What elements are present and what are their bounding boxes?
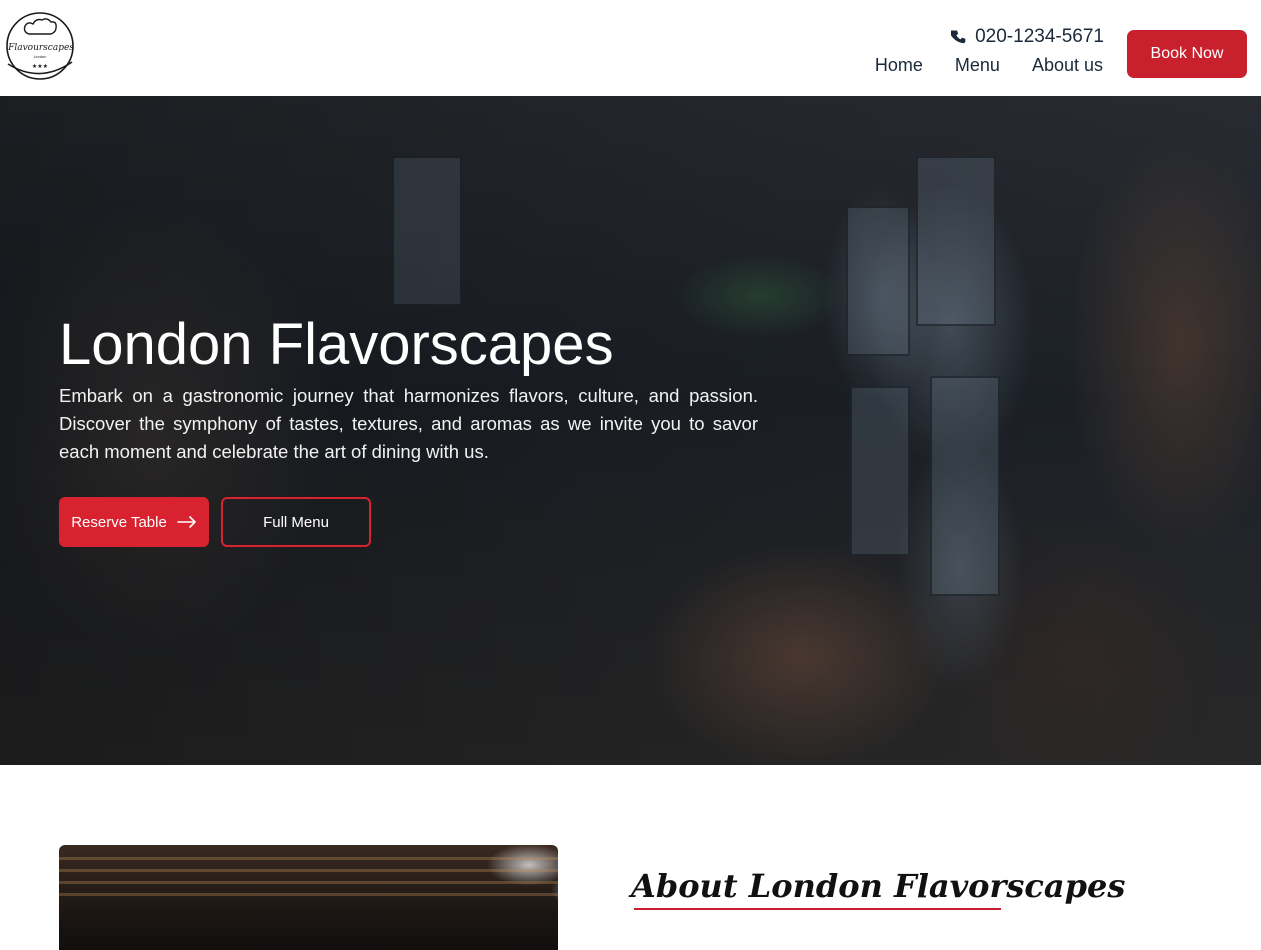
phone-number[interactable]: 020-1234-5671 [975, 26, 1104, 48]
reserve-table-label: Reserve Table [71, 513, 167, 531]
image-detail [59, 857, 558, 860]
logo-sub-text: London [34, 55, 47, 59]
image-detail [59, 869, 558, 872]
book-now-button[interactable]: Book Now [1127, 30, 1247, 78]
about-heading: About London Flavorscapes [631, 867, 1126, 905]
image-detail [59, 893, 558, 896]
full-menu-button[interactable]: Full Menu [221, 497, 371, 547]
logo-brand-text: Flavourscapes [7, 43, 74, 53]
reserve-table-button[interactable]: Reserve Table [59, 497, 209, 547]
restaurant-interior-image [59, 845, 558, 950]
phone-icon [951, 30, 966, 44]
nav-menu[interactable]: Menu [955, 54, 1000, 76]
nav-about-us[interactable]: About us [1032, 54, 1103, 76]
hero-title: London Flavorscapes [59, 312, 614, 377]
image-detail [59, 881, 558, 884]
svg-text:★★★: ★★★ [32, 63, 48, 70]
arrow-right-icon [177, 516, 196, 528]
hero-description: Embark on a gastronomic journey that har… [59, 385, 758, 462]
site-header: Flavourscapes London ★★★ 020-1234-5671 H… [0, 0, 1261, 96]
chef-hat-logo[interactable]: Flavourscapes London ★★★ [2, 10, 78, 82]
about-heading-underline [634, 908, 1001, 910]
hero-section: London Flavorscapes Embark on a gastrono… [0, 96, 1261, 765]
phone-contact[interactable]: 020-1234-5671 [951, 26, 1104, 48]
main-nav: Home Menu About us [875, 54, 1103, 76]
nav-home[interactable]: Home [875, 54, 923, 76]
